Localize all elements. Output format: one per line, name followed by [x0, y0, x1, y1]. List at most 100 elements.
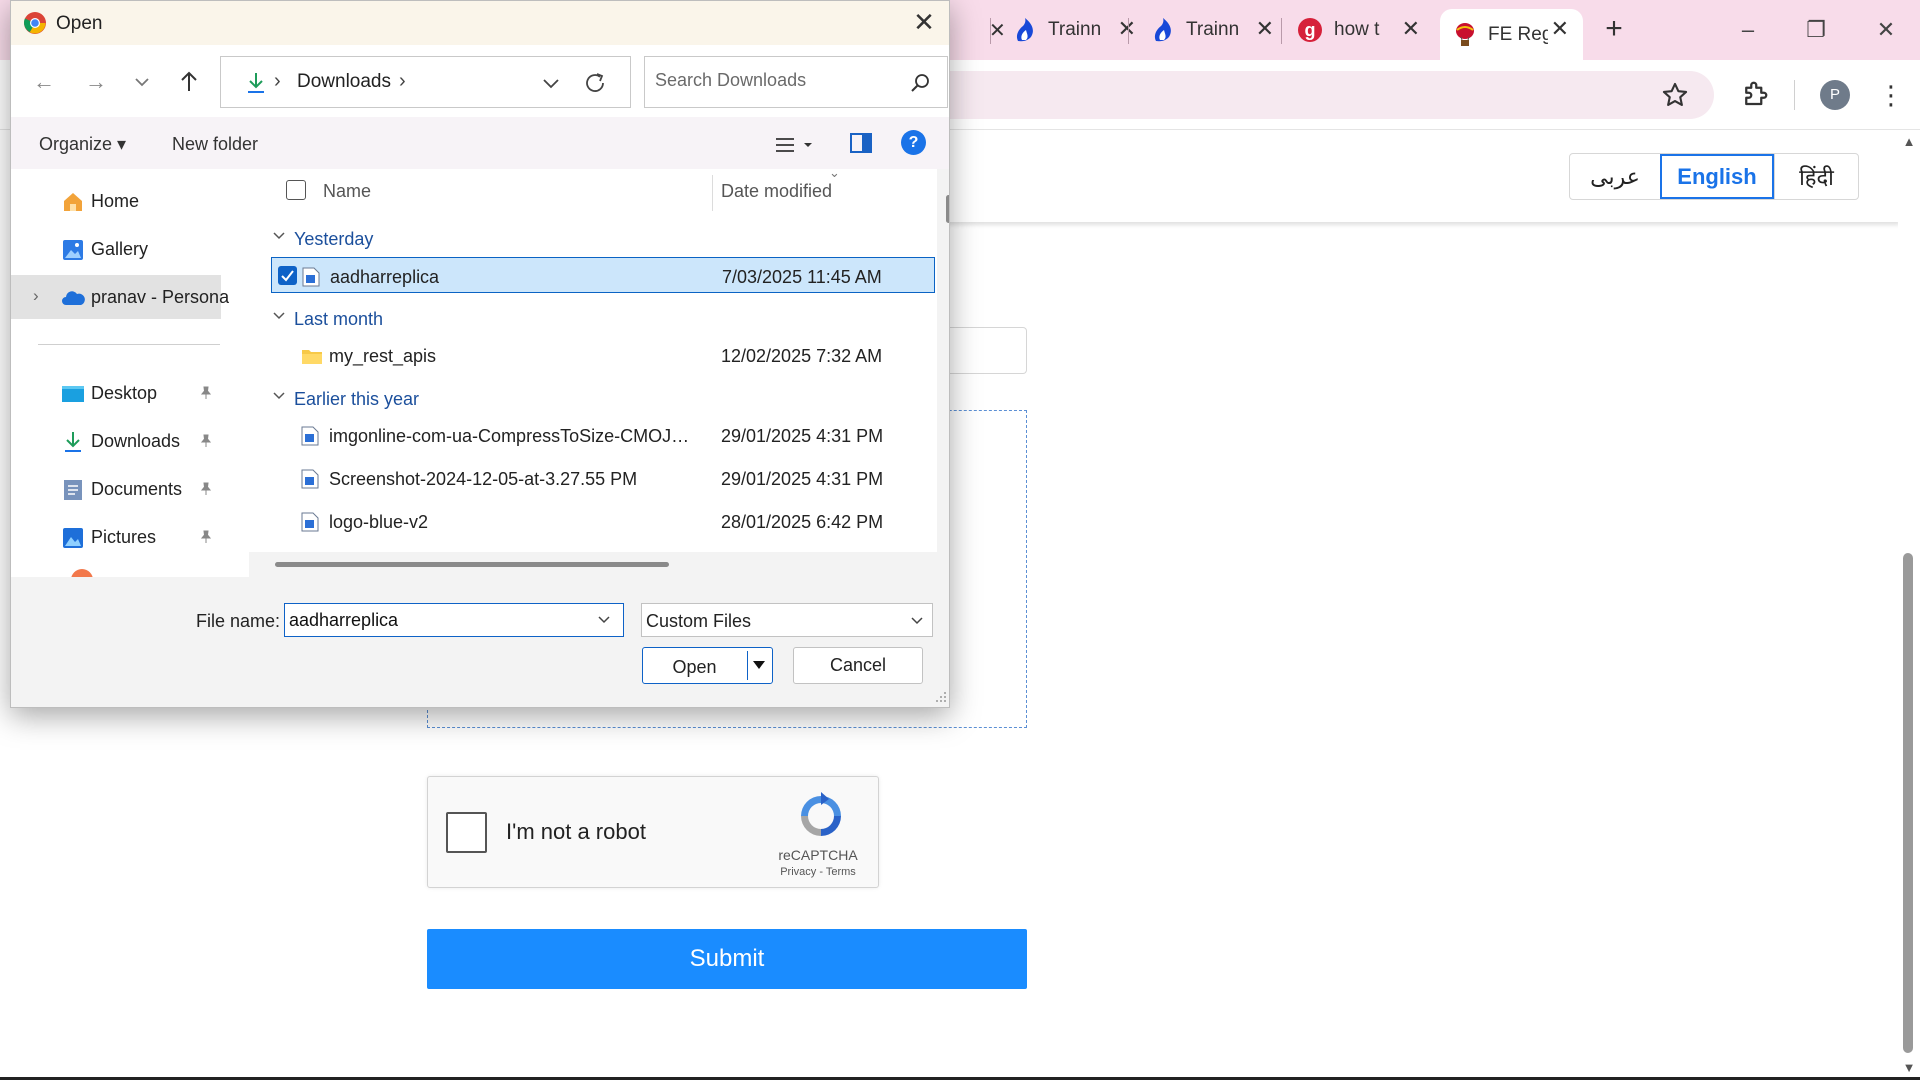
- file-row[interactable]: Screenshot-2024-12-05-at-3.27.55 PM 29/0…: [271, 460, 935, 496]
- filename-input[interactable]: [289, 610, 589, 631]
- flame-icon: [1016, 18, 1033, 42]
- group-header-last-month[interactable]: Last month: [249, 302, 929, 336]
- view-options-icon[interactable]: [774, 135, 816, 155]
- tab-close-icon[interactable]: ✕: [1118, 17, 1136, 41]
- navigation-pane: Home Gallery › pranav - Personal Desktop…: [11, 169, 229, 577]
- up-arrow-icon[interactable]: [174, 67, 204, 97]
- pictures-icon: [63, 528, 83, 548]
- group-header-yesterday[interactable]: Yesterday: [249, 222, 929, 256]
- address-bar[interactable]: [940, 71, 1714, 119]
- collapse-chevron-icon[interactable]: [271, 228, 287, 244]
- tab-trainn-2[interactable]: Trainn ✕: [1138, 9, 1288, 51]
- dialog-close-icon[interactable]: ✕: [909, 7, 939, 37]
- balloon-icon: [1456, 22, 1474, 46]
- nav-item-downloads[interactable]: Downloads: [11, 419, 221, 463]
- new-folder-button[interactable]: New folder: [172, 134, 258, 155]
- split-button-divider: [747, 651, 748, 680]
- breadcrumb-downloads[interactable]: Downloads: [297, 71, 391, 93]
- nav-item-home[interactable]: Home: [11, 179, 221, 223]
- recaptcha-privacy-terms-link[interactable]: Privacy - Terms: [748, 866, 888, 878]
- profile-avatar[interactable]: P: [1820, 80, 1850, 110]
- preview-pane-icon[interactable]: [849, 132, 873, 154]
- nav-item-pictures[interactable]: Pictures: [11, 515, 221, 559]
- file-row[interactable]: imgonline-com-ua-CompressToSize-CMOJAi..…: [271, 417, 935, 453]
- tab-how-to[interactable]: g how t ✕: [1284, 9, 1434, 51]
- organize-button[interactable]: Organize ▾: [39, 134, 126, 155]
- resize-grip-icon[interactable]: [933, 689, 947, 703]
- nav-item-onedrive[interactable]: › pranav - Personal: [11, 275, 229, 319]
- row-checkbox-checked[interactable]: [278, 266, 297, 285]
- chevron-down-icon[interactable]: [597, 613, 611, 627]
- search-input[interactable]: [655, 70, 895, 91]
- tab-close-icon[interactable]: ✕: [1402, 17, 1420, 41]
- flame-icon: [1154, 18, 1171, 42]
- file-list-hscroll-thumb[interactable]: [275, 562, 669, 567]
- column-name-header[interactable]: Name: [323, 181, 371, 202]
- open-options-dropdown-icon[interactable]: [751, 658, 767, 672]
- open-button[interactable]: Open: [642, 647, 773, 684]
- dialog-title: Open: [56, 13, 103, 34]
- browser-menu-icon[interactable]: ⋮: [1878, 80, 1904, 110]
- collapse-chevron-icon[interactable]: [271, 388, 287, 404]
- forward-arrow-icon[interactable]: →: [81, 67, 111, 97]
- recaptcha-checkbox[interactable]: [446, 812, 487, 853]
- file-row[interactable]: logo-blue-v2 28/01/2025 6:42 PM: [271, 503, 935, 539]
- toolbar-divider: [1794, 80, 1795, 110]
- close-window-icon[interactable]: ✕: [1868, 14, 1904, 46]
- column-divider[interactable]: [712, 175, 713, 211]
- restore-icon[interactable]: ❐: [1798, 14, 1834, 46]
- file-type-select[interactable]: Custom Files: [641, 603, 933, 637]
- file-row[interactable]: my_rest_apis 12/02/2025 7:32 AM: [271, 337, 935, 373]
- collapse-chevron-icon[interactable]: [271, 308, 287, 324]
- file-date: 28/01/2025 6:42 PM: [721, 512, 884, 532]
- pin-icon[interactable]: [199, 434, 213, 448]
- recent-locations-chevron-icon[interactable]: [131, 73, 153, 91]
- address-history-dropdown-icon[interactable]: [538, 70, 564, 96]
- breadcrumb-separator: ›: [274, 70, 281, 92]
- pin-icon[interactable]: [199, 482, 213, 496]
- expand-chevron-icon[interactable]: ›: [33, 286, 39, 306]
- checkmark-icon: [281, 270, 294, 282]
- file-list-vscroll-thumb[interactable]: [946, 195, 949, 223]
- recaptcha-brand: reCAPTCHA: [778, 847, 858, 863]
- back-arrow-icon[interactable]: ←: [29, 67, 59, 97]
- nav-item-label: pranav - Personal: [91, 287, 229, 307]
- tab-title: Trainn: [1048, 19, 1102, 40]
- nav-item-gallery[interactable]: Gallery: [11, 227, 221, 271]
- downloads-icon: [248, 73, 264, 93]
- scroll-up-arrow-icon[interactable]: ▲: [1899, 134, 1919, 150]
- new-tab-button[interactable]: +: [1596, 12, 1632, 48]
- refresh-icon[interactable]: [581, 69, 609, 97]
- search-icon[interactable]: [907, 70, 933, 96]
- language-english-button[interactable]: English: [1660, 154, 1774, 199]
- group-header-earlier-this-year[interactable]: Earlier this year: [249, 382, 929, 416]
- scroll-down-arrow-icon[interactable]: ▼: [1899, 1060, 1919, 1076]
- image-file-icon: [302, 267, 320, 287]
- nav-item-documents[interactable]: Documents: [11, 467, 221, 511]
- folder-path-bar[interactable]: › Downloads ›: [220, 56, 631, 108]
- tab-partial-close[interactable]: ✕: [975, 9, 1006, 51]
- file-name: logo-blue-v2: [329, 512, 429, 532]
- bookmark-star-icon[interactable]: [1661, 81, 1689, 109]
- submit-button[interactable]: Submit: [427, 929, 1027, 989]
- breadcrumb-chevron-icon[interactable]: ›: [399, 70, 406, 93]
- extensions-icon[interactable]: [1740, 79, 1770, 109]
- tab-fe-reg[interactable]: FE Reg ✕: [1440, 9, 1583, 60]
- select-all-checkbox[interactable]: [286, 180, 306, 200]
- tab-separator: [1128, 18, 1129, 44]
- column-date-header[interactable]: Date modified: [721, 181, 832, 202]
- cancel-button[interactable]: Cancel: [793, 647, 923, 684]
- minimize-icon[interactable]: –: [1730, 14, 1766, 46]
- tab-close-icon[interactable]: ✕: [1256, 17, 1274, 41]
- help-icon[interactable]: ?: [901, 130, 926, 155]
- tab-close-icon[interactable]: ✕: [1551, 17, 1569, 41]
- file-row[interactable]: aadharreplica 7/03/2025 11:45 AM: [271, 257, 935, 293]
- pin-icon[interactable]: [199, 530, 213, 544]
- language-arabic-button[interactable]: عربى: [1570, 154, 1660, 199]
- pin-icon[interactable]: [199, 386, 213, 400]
- language-hindi-button[interactable]: हिंदी: [1774, 154, 1858, 199]
- page-scroll-thumb[interactable]: [1903, 553, 1913, 1053]
- nav-item-desktop[interactable]: Desktop: [11, 371, 221, 415]
- file-list-vscroll-track[interactable]: [937, 169, 949, 577]
- tab-separator: [1281, 18, 1282, 44]
